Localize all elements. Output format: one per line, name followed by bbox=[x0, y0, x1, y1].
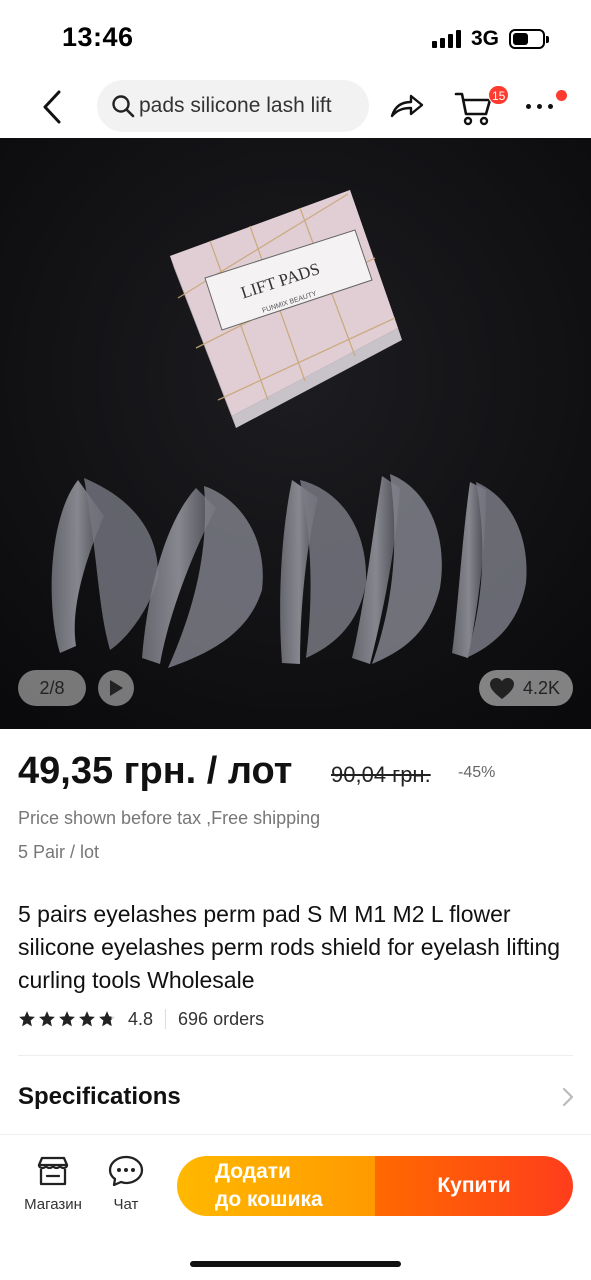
heart-icon bbox=[490, 677, 514, 699]
battery-icon bbox=[509, 29, 549, 49]
product-image: LIFT PADS FUNMIX BEAUTY bbox=[0, 138, 591, 729]
rating-value: 4.8 bbox=[128, 1008, 154, 1029]
video-play-button[interactable] bbox=[98, 670, 134, 706]
signal-icon bbox=[432, 30, 464, 48]
more-icon bbox=[526, 104, 553, 109]
store-button[interactable]: Магазин bbox=[16, 1155, 90, 1217]
rating-row[interactable]: 4.8 696 orders bbox=[18, 1006, 264, 1032]
wishlist-button[interactable]: 4.2K bbox=[479, 670, 573, 706]
home-indicator bbox=[190, 1261, 401, 1267]
chevron-right-icon bbox=[562, 1087, 574, 1107]
store-label: Магазин bbox=[24, 1196, 82, 1213]
add-to-cart-button[interactable]: Додати до кошика bbox=[177, 1156, 377, 1216]
product-title: 5 pairs eyelashes perm pad S M M1 M2 L f… bbox=[18, 901, 561, 993]
network-label: 3G bbox=[471, 27, 500, 50]
star-icon bbox=[99, 1011, 115, 1027]
search-box[interactable] bbox=[97, 80, 369, 132]
divider bbox=[18, 1055, 573, 1056]
chat-icon bbox=[108, 1155, 144, 1187]
orders-count: 696 orders bbox=[178, 1008, 265, 1029]
share-icon bbox=[390, 94, 424, 118]
cart-count-badge: 15 bbox=[488, 85, 510, 105]
status-bar: 13:46 3G bbox=[0, 0, 591, 78]
notification-dot bbox=[556, 90, 567, 101]
specifications-title: Specifications bbox=[18, 1083, 181, 1110]
chat-label: Чат bbox=[113, 1196, 139, 1213]
cart-button[interactable]: 15 bbox=[452, 82, 510, 128]
search-input[interactable] bbox=[139, 88, 361, 124]
discount-badge: -45% bbox=[458, 764, 496, 781]
star-icon bbox=[39, 1011, 55, 1027]
old-price: 90,04 грн. bbox=[331, 762, 431, 787]
buy-now-button[interactable]: Купити bbox=[375, 1156, 573, 1216]
chat-button[interactable]: Чат bbox=[100, 1155, 152, 1217]
search-icon bbox=[112, 95, 135, 118]
store-icon bbox=[37, 1156, 69, 1186]
lot-size-note: 5 Pair / lot bbox=[18, 842, 100, 862]
more-button[interactable] bbox=[522, 90, 568, 124]
rating-separator bbox=[165, 1009, 167, 1029]
tax-shipping-note: Price shown before tax ,Free shipping bbox=[18, 808, 321, 828]
play-icon bbox=[110, 680, 123, 696]
star-icon bbox=[59, 1011, 75, 1027]
product-gallery[interactable]: LIFT PADS FUNMIX BEAUTY 2/8 4.2K bbox=[0, 138, 591, 729]
specifications-row[interactable]: Specifications bbox=[18, 1075, 578, 1119]
bottom-action-bar: Магазин Чат Додати до кошика Купити bbox=[0, 1135, 591, 1280]
share-button[interactable] bbox=[384, 84, 430, 128]
back-button[interactable] bbox=[34, 82, 70, 132]
star-icon bbox=[19, 1011, 35, 1027]
wishlist-count: 4.2K bbox=[523, 677, 561, 698]
price-row: 49,35 грн. / лот 90,04 грн. -45% bbox=[18, 750, 578, 800]
status-time: 13:46 bbox=[62, 22, 134, 52]
rating-stars bbox=[18, 1010, 116, 1028]
back-icon bbox=[43, 90, 61, 124]
top-nav: 15 bbox=[0, 78, 591, 138]
image-pager: 2/8 bbox=[18, 670, 86, 706]
current-price: 49,35 грн. / лот bbox=[18, 750, 293, 792]
star-icon bbox=[79, 1011, 95, 1027]
